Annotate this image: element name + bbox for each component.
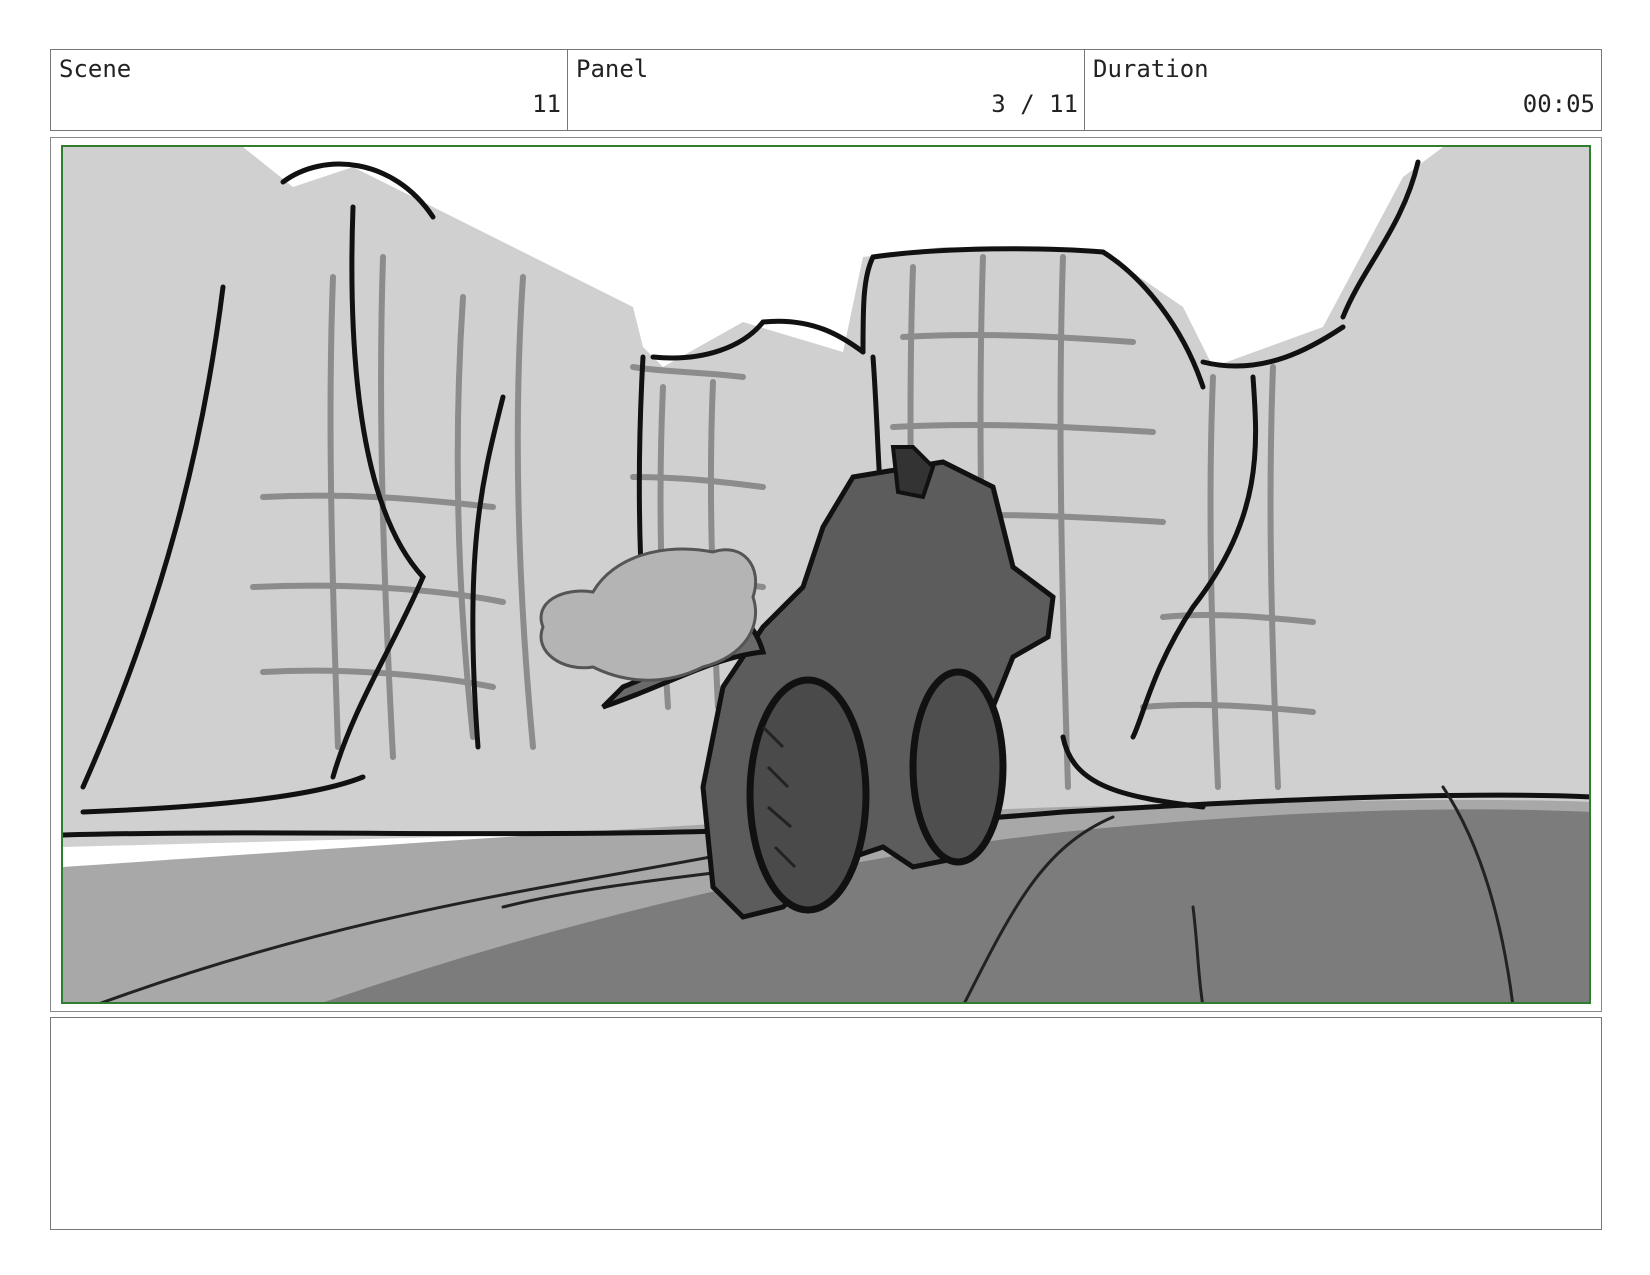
front-wheel — [746, 676, 870, 914]
panel-label: Panel — [576, 55, 649, 83]
panel-notes — [50, 1017, 1602, 1230]
scene-value: 11 — [532, 90, 561, 118]
duration-cell: Duration 00:05 — [1084, 50, 1601, 130]
panel-value: 3 / 11 — [991, 90, 1078, 118]
storyboard-sketch-icon — [63, 147, 1589, 1002]
duration-value: 00:05 — [1522, 90, 1595, 118]
scene-cell: Scene 11 — [51, 50, 567, 130]
duration-label: Duration — [1093, 55, 1209, 83]
panel-header: Scene 11 Panel 3 / 11 Duration 00:05 — [50, 49, 1602, 131]
storyboard-panel — [50, 137, 1602, 1012]
panel-cell: Panel 3 / 11 — [567, 50, 1084, 130]
storyboard-sketch — [61, 145, 1591, 1004]
scene-label: Scene — [59, 55, 132, 83]
rear-wheel — [909, 668, 1007, 866]
